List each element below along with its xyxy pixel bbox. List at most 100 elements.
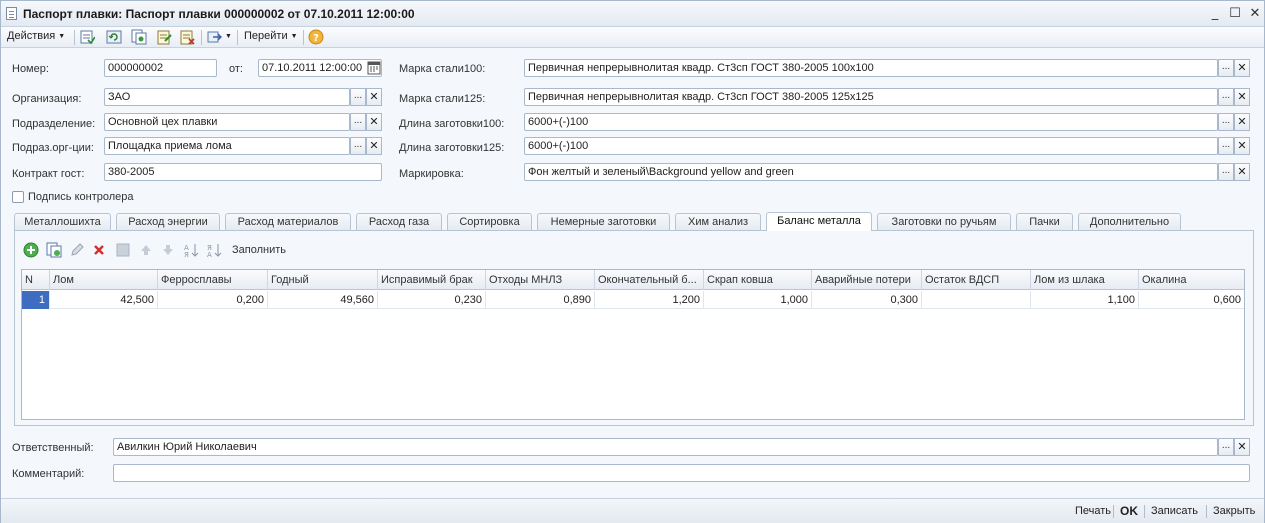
- responsible-clear-button[interactable]: ✕: [1234, 438, 1250, 456]
- print-button[interactable]: Печать: [1075, 505, 1111, 517]
- table-cell[interactable]: 42,500: [50, 291, 158, 309]
- move-down-icon[interactable]: [160, 242, 176, 258]
- marking-select-button[interactable]: ...: [1218, 163, 1234, 181]
- ok-button[interactable]: OK: [1120, 504, 1138, 518]
- sort-descending-icon[interactable]: ЯA: [206, 242, 222, 259]
- column-header-fixable-defect[interactable]: Исправимый брак: [378, 270, 486, 290]
- tab-bundles[interactable]: Пачки: [1016, 213, 1073, 231]
- copy-icon[interactable]: [131, 29, 147, 45]
- marking-field[interactable]: Фон желтый и зеленый\Background yellow a…: [524, 163, 1218, 181]
- table-cell[interactable]: 0,200: [158, 291, 268, 309]
- column-header-ladle-scrap[interactable]: Скрап ковша: [704, 270, 812, 290]
- refresh-icon[interactable]: [106, 29, 122, 45]
- tab-metal-balance[interactable]: Баланс металла: [766, 212, 872, 231]
- help-icon[interactable]: ?: [308, 29, 324, 45]
- column-header-emergency-loss[interactable]: Аварийные потери: [812, 270, 922, 290]
- comment-field[interactable]: [113, 464, 1250, 482]
- column-header-ferroalloys[interactable]: Ферросплавы: [158, 270, 268, 290]
- department-field[interactable]: Основной цех плавки: [104, 113, 350, 131]
- column-header-eaf-remainder[interactable]: Остаток ВДСП: [922, 270, 1031, 290]
- close-button[interactable]: Закрыть: [1213, 505, 1255, 517]
- department-clear-button[interactable]: ✕: [366, 113, 382, 131]
- calendar-icon[interactable]: [367, 61, 381, 75]
- steel-grade-100-clear-button[interactable]: ✕: [1234, 59, 1250, 77]
- minimize-button[interactable]: _: [1206, 5, 1224, 23]
- footer-bar: Печать OK Записать Закрыть: [1, 498, 1264, 523]
- maximize-button[interactable]: ☐: [1226, 5, 1244, 23]
- metal-balance-table[interactable]: N Лом Ферросплавы Годный Исправимый брак…: [21, 269, 1245, 420]
- responsible-select-button[interactable]: ...: [1218, 438, 1234, 456]
- steel-grade-125-clear-button[interactable]: ✕: [1234, 88, 1250, 106]
- move-up-icon[interactable]: [138, 242, 154, 258]
- steel-grade-100-field[interactable]: Первичная непрерывнолитая квадр. Ст3сп Г…: [524, 59, 1218, 77]
- steel-grade-125-field[interactable]: Первичная непрерывнолитая квадр. Ст3сп Г…: [524, 88, 1218, 106]
- billet-length-125-field[interactable]: 6000+(-)100: [524, 137, 1218, 155]
- close-window-button[interactable]: ✕: [1246, 5, 1264, 23]
- table-cell[interactable]: 1: [22, 291, 50, 309]
- billet-length-100-field[interactable]: 6000+(-)100: [524, 113, 1218, 131]
- tab-chem-analysis[interactable]: Хим анализ: [675, 213, 761, 231]
- post-and-close-icon[interactable]: [79, 29, 96, 45]
- number-field[interactable]: 000000002: [104, 59, 217, 77]
- end-edit-icon[interactable]: [115, 242, 131, 258]
- steel-grade-100-select-button[interactable]: ...: [1218, 59, 1234, 77]
- steel-grade-125-select-button[interactable]: ...: [1218, 88, 1234, 106]
- controller-sign-checkbox[interactable]: [12, 191, 24, 203]
- table-cell[interactable]: 0,600: [1139, 291, 1244, 309]
- table-cell[interactable]: 1,200: [595, 291, 704, 309]
- column-header-slag-scrap[interactable]: Лом из шлака: [1031, 270, 1139, 290]
- column-header-scale[interactable]: Окалина: [1139, 270, 1244, 290]
- tab-materials-consumption[interactable]: Расход материалов: [225, 213, 351, 231]
- subdivision-field[interactable]: Площадка приема лома: [104, 137, 350, 155]
- billet-length-100-select-button[interactable]: ...: [1218, 113, 1234, 131]
- structure-dropdown[interactable]: ▼: [222, 30, 232, 42]
- organization-clear-button[interactable]: ✕: [366, 88, 382, 106]
- delete-row-icon[interactable]: [91, 242, 107, 258]
- tab-energy-consumption[interactable]: Расход энергии: [116, 213, 220, 231]
- tab-nonstandard-billets[interactable]: Немерные заготовки: [537, 213, 670, 231]
- table-cell[interactable]: 0,890: [486, 291, 595, 309]
- billet-length-125-clear-button[interactable]: ✕: [1234, 137, 1250, 155]
- unpost-icon[interactable]: [179, 29, 195, 45]
- sort-ascending-icon[interactable]: AЯ: [183, 242, 199, 259]
- column-header-ccm-waste[interactable]: Отходы МНЛЗ: [486, 270, 595, 290]
- subdivision-select-button[interactable]: ...: [350, 137, 366, 155]
- fill-button[interactable]: Заполнить: [232, 244, 286, 256]
- subdivision-clear-button[interactable]: ✕: [366, 137, 382, 155]
- column-header-final-defect[interactable]: Окончательный б...: [595, 270, 704, 290]
- tab-metal-charge[interactable]: Металлошихта: [14, 213, 111, 231]
- tab-sorting[interactable]: Сортировка: [447, 213, 532, 231]
- billet-length-100-clear-button[interactable]: ✕: [1234, 113, 1250, 131]
- copy-row-icon[interactable]: [46, 242, 62, 258]
- table-cell[interactable]: 1,100: [1031, 291, 1139, 309]
- edit-row-icon[interactable]: [69, 242, 85, 258]
- date-field[interactable]: 07.10.2011 12:00:00: [258, 59, 382, 77]
- structure-icon[interactable]: [207, 29, 223, 45]
- billet-length-125-select-button[interactable]: ...: [1218, 137, 1234, 155]
- column-header-n[interactable]: N: [22, 270, 50, 290]
- department-select-button[interactable]: ...: [350, 113, 366, 131]
- actions-menu[interactable]: Действия ▼: [7, 30, 65, 42]
- column-header-good[interactable]: Годный: [268, 270, 378, 290]
- marking-clear-button[interactable]: ✕: [1234, 163, 1250, 181]
- table-cell[interactable]: 0,230: [378, 291, 486, 309]
- organization-select-button[interactable]: ...: [350, 88, 366, 106]
- tab-billets-by-strand[interactable]: Заготовки по ручьям: [877, 213, 1011, 231]
- organization-field[interactable]: ЗАО: [104, 88, 350, 106]
- post-icon[interactable]: [156, 29, 172, 45]
- goto-menu[interactable]: Перейти ▼: [244, 30, 298, 42]
- table-row[interactable]: 1 42,500 0,200 49,560 0,230 0,890 1,200 …: [22, 291, 1244, 309]
- responsible-field[interactable]: Авилкин Юрий Николаевич: [113, 438, 1218, 456]
- column-header-scrap[interactable]: Лом: [50, 270, 158, 290]
- tab-additional[interactable]: Дополнительно: [1078, 213, 1181, 231]
- table-cell[interactable]: 1,000: [704, 291, 812, 309]
- contract-field[interactable]: 380-2005: [104, 163, 382, 181]
- table-cell[interactable]: 0,300: [812, 291, 922, 309]
- table-cell[interactable]: 49,560: [268, 291, 378, 309]
- steel-grade-125-label: Марка стали125:: [399, 93, 486, 105]
- save-button[interactable]: Записать: [1151, 505, 1198, 517]
- add-row-icon[interactable]: [23, 242, 39, 258]
- tab-gas-consumption[interactable]: Расход газа: [356, 213, 442, 231]
- table-cell[interactable]: [922, 291, 1031, 309]
- toolbar-separator: [201, 30, 202, 45]
